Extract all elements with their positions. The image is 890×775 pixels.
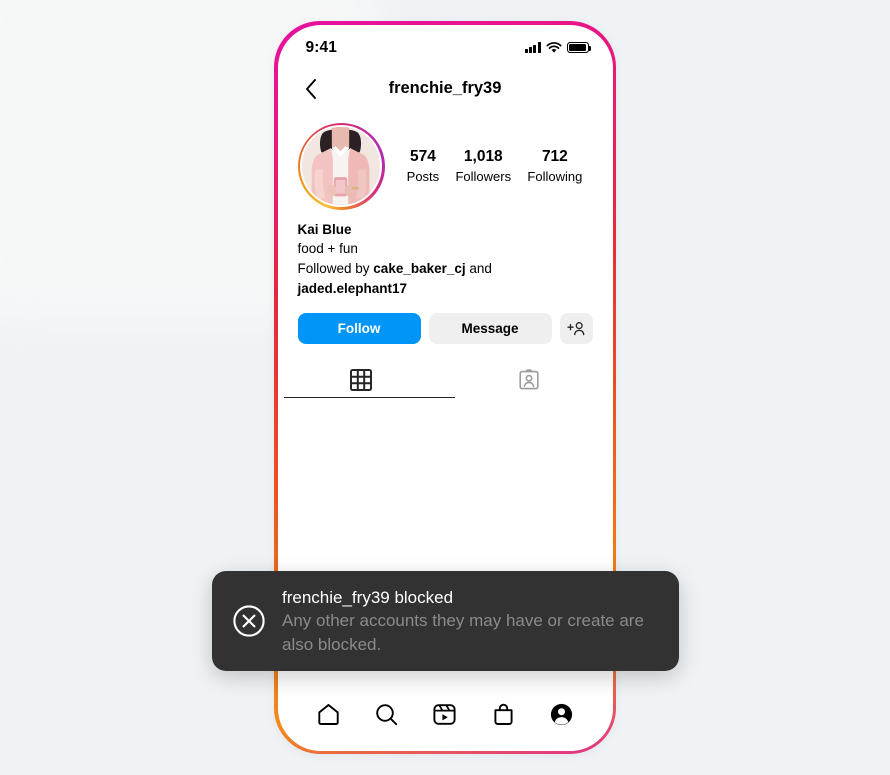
add-person-button[interactable]: [559, 313, 593, 345]
nav-reels[interactable]: [426, 696, 464, 734]
tab-grid[interactable]: [278, 362, 446, 398]
bottom-navigation: [277, 688, 613, 751]
followed-by-line: Followed by cake_baker_cj and jaded.elep…: [298, 259, 593, 299]
profile-filled-icon: [550, 703, 572, 726]
page-title: frenchie_fry39: [388, 79, 502, 97]
bio-description: food + fun: [297, 241, 358, 257]
message-button[interactable]: Message: [428, 313, 552, 345]
status-bar: 9:41: [278, 25, 613, 67]
follow-button[interactable]: Follow: [297, 313, 421, 345]
avatar-inner: [300, 125, 382, 207]
toast-notification[interactable]: frenchie_fry39 blocked Any other account…: [212, 571, 679, 671]
battery-icon: [566, 41, 591, 54]
tab-tagged[interactable]: [445, 362, 613, 398]
stat-value: 712: [541, 147, 568, 165]
nav-home[interactable]: [310, 696, 348, 734]
add-person-icon: [566, 322, 584, 336]
profile-tabs: [278, 362, 613, 399]
followed-by-user-2[interactable]: jaded.elephant17: [298, 281, 408, 296]
profile-bio: Kai Blue food + fun Followed by cake_bak…: [278, 210, 613, 300]
active-tab-underline: [283, 396, 455, 399]
person-card-icon: [519, 369, 539, 390]
stat-value: 1,018: [463, 147, 503, 165]
wifi-icon: [545, 41, 562, 53]
stat-label: Following: [527, 168, 583, 184]
toast-subtitle: Any other accounts they may have or crea…: [282, 611, 644, 654]
avatar-photo-art: [302, 127, 380, 205]
grid-icon: [350, 369, 373, 392]
status-bar-time: 9:41: [305, 38, 337, 56]
profile-header: frenchie_fry39: [278, 67, 613, 111]
profile-stats: 574 Posts 1,018 Followers 712 Following: [385, 147, 593, 185]
chevron-left-icon: [305, 78, 316, 99]
stat-value: 574: [409, 147, 436, 165]
status-bar-icons: [524, 41, 591, 54]
home-icon: [318, 704, 339, 725]
screenshot-canvas: 9:41 frenchie_fry39 574 Posts 1,018 Foll…: [0, 0, 890, 775]
avatar: [302, 127, 380, 205]
bio-display-name: Kai Blue: [297, 221, 352, 237]
toast-text: frenchie_fry39 blocked Any other account…: [282, 586, 657, 656]
followed-by-user-1[interactable]: cake_baker_cj: [373, 261, 465, 276]
nav-shop[interactable]: [484, 696, 522, 734]
nav-search[interactable]: [368, 696, 406, 734]
reels-icon: [433, 704, 457, 725]
stat-label: Followers: [455, 168, 512, 184]
profile-actions: Follow Message: [278, 299, 613, 345]
stat-posts[interactable]: 574 Posts: [407, 147, 440, 185]
avatar-story-ring[interactable]: [297, 122, 385, 210]
profile-summary: 574 Posts 1,018 Followers 712 Following: [278, 111, 613, 210]
stat-followers[interactable]: 1,018 Followers: [455, 147, 511, 185]
stat-label: Posts: [406, 168, 440, 184]
toast-title: frenchie_fry39 blocked: [282, 587, 454, 607]
stat-following[interactable]: 712 Following: [527, 147, 582, 185]
shop-bag-icon: [494, 703, 513, 725]
nav-profile[interactable]: [542, 696, 580, 734]
back-button[interactable]: [298, 76, 324, 102]
search-icon: [376, 704, 398, 726]
followed-by-prefix: Followed by: [297, 261, 374, 277]
circle-x-icon: [233, 605, 265, 637]
cellular-signal-icon: [524, 42, 541, 53]
followed-by-conjunction: and: [465, 261, 492, 277]
